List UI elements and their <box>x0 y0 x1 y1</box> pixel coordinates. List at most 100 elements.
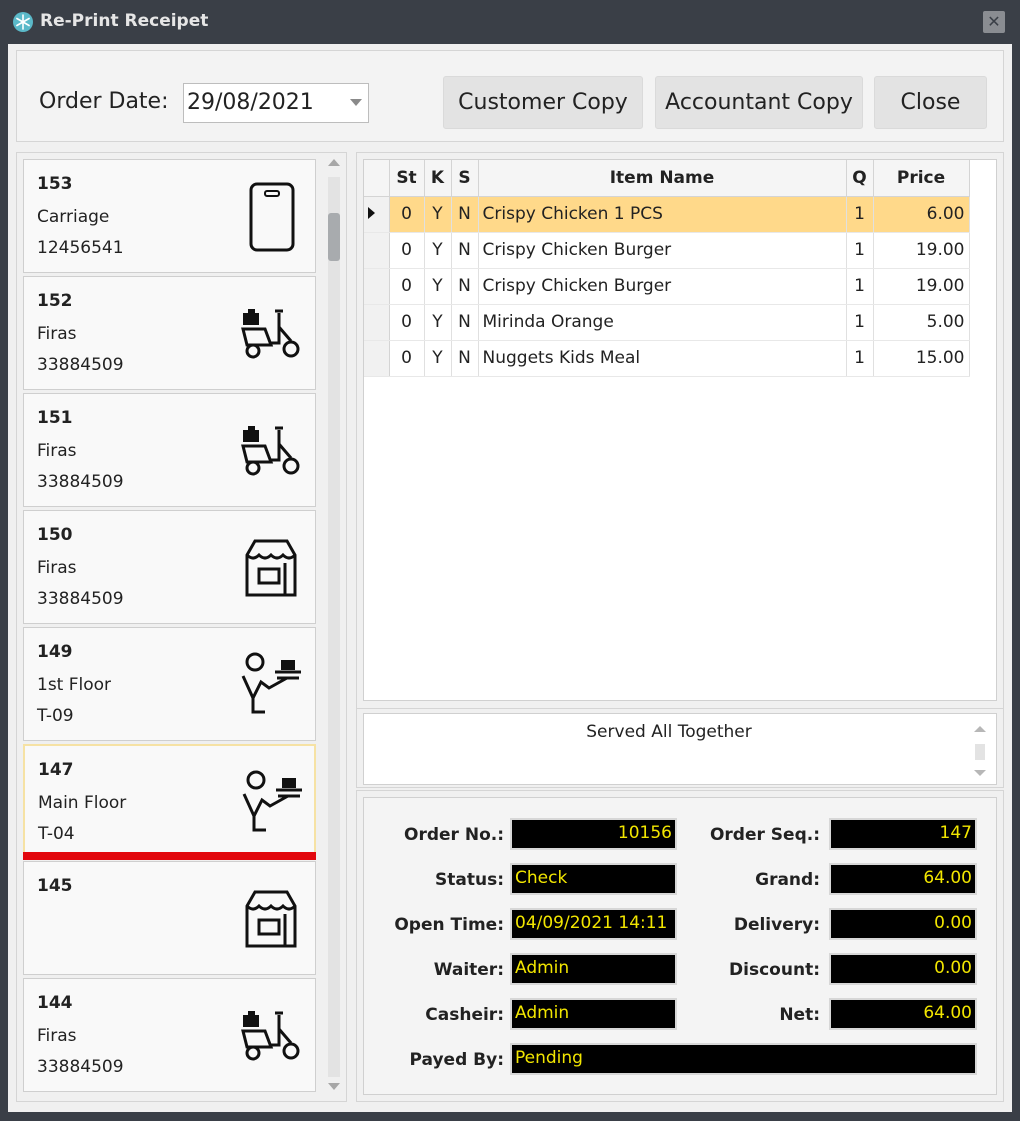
order-phone: 33884509 <box>37 355 124 375</box>
order-table: T-09 <box>37 706 74 726</box>
cell-q: 1 <box>846 196 874 233</box>
table-row[interactable]: 0 Y N Crispy Chicken Burger 1 19.00 <box>364 268 970 305</box>
waiter-value: Admin <box>510 953 677 985</box>
column-header-item-name[interactable]: Item Name <box>478 160 847 197</box>
order-card-152[interactable]: 152 Firas 33884509 <box>23 276 316 390</box>
cell-st: 0 <box>389 268 425 305</box>
order-phone: 33884509 <box>37 1057 124 1077</box>
cell-k: Y <box>424 232 452 269</box>
order-card-144[interactable]: 144 Firas 33884509 <box>23 978 316 1092</box>
customer-copy-button[interactable]: Customer Copy <box>443 76 643 129</box>
order-phone: 33884509 <box>37 589 124 609</box>
order-details-panel: Order No.: 10156 Order Seq.: 147 Status:… <box>356 790 1004 1102</box>
order-seq-label: Order Seq.: <box>709 825 820 845</box>
scroll-up-icon[interactable] <box>328 159 340 166</box>
order-card-147[interactable]: 147 Main Floor T-04 <box>23 744 316 858</box>
order-number: 149 <box>37 642 73 662</box>
window-title: Re-Print Receipet <box>40 11 209 31</box>
phone-icon <box>249 182 295 252</box>
close-button[interactable]: Close <box>874 76 987 129</box>
order-customer: Firas <box>37 1026 77 1046</box>
net-value: 64.00 <box>829 998 977 1030</box>
order-floor: 1st Floor <box>37 675 112 695</box>
order-number: 150 <box>37 525 73 545</box>
title-bar: Re-Print Receipet ✕ <box>0 0 1020 44</box>
cell-st: 0 <box>389 340 425 377</box>
row-selector[interactable] <box>364 340 390 377</box>
order-number: 153 <box>37 174 73 194</box>
cell-s: N <box>451 196 479 233</box>
order-card-151[interactable]: 151 Firas 33884509 <box>23 393 316 507</box>
payed-by-value: Pending <box>510 1043 977 1075</box>
order-number: 151 <box>37 408 73 428</box>
row-selector[interactable] <box>364 196 390 233</box>
row-selector[interactable] <box>364 232 390 269</box>
waiter-icon <box>241 652 301 714</box>
status-label: Status: <box>435 870 504 890</box>
window-close-icon[interactable]: ✕ <box>983 11 1005 33</box>
order-phone: 12456541 <box>37 238 124 258</box>
order-note-box[interactable]: Served All Together <box>363 713 997 785</box>
scroll-down-icon[interactable] <box>328 1083 340 1090</box>
delivery-value: 0.00 <box>829 908 977 940</box>
column-header-st[interactable]: St <box>389 160 425 197</box>
waiter-icon <box>242 770 302 832</box>
cell-q: 1 <box>846 304 874 341</box>
cell-st: 0 <box>389 304 425 341</box>
status-value: Check <box>510 863 677 895</box>
accountant-copy-button[interactable]: Accountant Copy <box>655 76 863 129</box>
orders-list: 153 Carriage 12456541 152 Firas 33884509 <box>16 152 347 1102</box>
row-header-corner <box>364 160 390 197</box>
chevron-down-icon[interactable] <box>350 99 362 106</box>
delivery-scooter-icon <box>241 1011 300 1061</box>
order-no-value: 10156 <box>510 818 677 850</box>
column-header-s[interactable]: S <box>451 160 479 197</box>
order-note-text: Served All Together <box>586 722 752 742</box>
table-row[interactable]: 0 Y N Crispy Chicken Burger 1 19.00 <box>364 232 970 269</box>
scroll-up-icon[interactable] <box>974 726 986 732</box>
row-selector[interactable] <box>364 268 390 305</box>
row-selector[interactable] <box>364 304 390 341</box>
cell-k: Y <box>424 268 452 305</box>
grand-value: 64.00 <box>829 863 977 895</box>
discount-value: 0.00 <box>829 953 977 985</box>
snowflake-icon <box>13 12 33 32</box>
order-card-145[interactable]: 145 <box>23 861 316 975</box>
delivery-scooter-icon <box>241 309 300 359</box>
open-time-value: 04/09/2021 14:11 <box>510 908 677 940</box>
order-seq-value: 147 <box>829 818 977 850</box>
window-client-area: Order Date: 29/08/2021 Customer Copy Acc… <box>8 44 1012 1112</box>
table-row[interactable]: 0 Y N Mirinda Orange 1 5.00 <box>364 304 970 341</box>
column-header-price[interactable]: Price <box>873 160 970 197</box>
scroll-down-icon[interactable] <box>974 770 986 776</box>
items-grid[interactable]: St K S Item Name Q Price 0 Y N Crispy Ch… <box>363 159 997 701</box>
current-row-arrow-icon <box>368 207 375 219</box>
table-row[interactable]: 0 Y N Nuggets Kids Meal 1 15.00 <box>364 340 970 377</box>
scrollbar-thumb[interactable] <box>975 744 985 760</box>
order-date-picker[interactable]: 29/08/2021 <box>183 83 369 123</box>
order-date-value: 29/08/2021 <box>187 90 314 115</box>
cell-st: 0 <box>389 196 425 233</box>
table-row[interactable]: 0 Y N Crispy Chicken 1 PCS 1 6.00 <box>364 196 970 233</box>
order-number: 145 <box>37 876 73 896</box>
order-card-149[interactable]: 149 1st Floor T-09 <box>23 627 316 741</box>
cell-price: 6.00 <box>873 196 970 233</box>
order-card-153[interactable]: 153 Carriage 12456541 <box>23 159 316 273</box>
cell-st: 0 <box>389 232 425 269</box>
cell-s: N <box>451 268 479 305</box>
column-header-q[interactable]: Q <box>846 160 874 197</box>
grand-label: Grand: <box>755 870 820 890</box>
payed-by-label: Payed By: <box>409 1050 505 1070</box>
delivery-label: Delivery: <box>733 915 820 935</box>
items-table: St K S Item Name Q Price 0 Y N Crispy Ch… <box>364 160 970 377</box>
order-number: 144 <box>37 993 73 1013</box>
column-header-k[interactable]: K <box>424 160 452 197</box>
scrollbar-track[interactable] <box>328 177 340 1077</box>
orders-scrollbar[interactable] <box>322 153 344 1101</box>
cell-price: 19.00 <box>873 232 970 269</box>
order-card-150[interactable]: 150 Firas 33884509 <box>23 510 316 624</box>
scrollbar-thumb[interactable] <box>328 213 340 261</box>
order-number: 152 <box>37 291 73 311</box>
discount-label: Discount: <box>729 960 820 980</box>
cell-item-name: Crispy Chicken 1 PCS <box>478 196 847 233</box>
